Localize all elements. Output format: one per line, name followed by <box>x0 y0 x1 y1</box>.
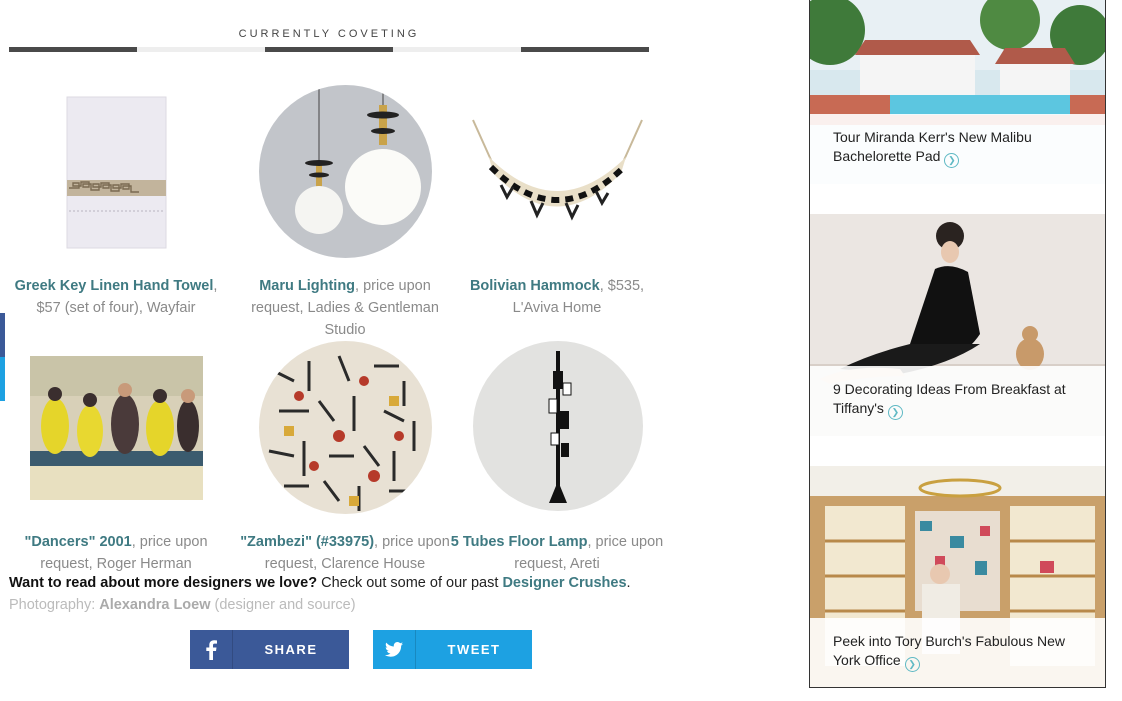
related-story-card[interactable]: Peek into Tory Burch's Fabulous New York… <box>810 466 1105 687</box>
tab-segment[interactable] <box>137 47 265 52</box>
read-more-text: Check out some of our past <box>317 575 503 591</box>
section-title: CURRENTLY COVETING <box>238 28 420 40</box>
side-twitter-strip[interactable] <box>0 357 5 401</box>
related-story-card[interactable]: 9 Decorating Ideas From Breakfast at Tif… <box>810 214 1105 436</box>
tab-segment[interactable] <box>393 47 521 52</box>
related-stories-sidebar: Tour Miranda Kerr's New Malibu Bachelore… <box>809 0 1106 688</box>
tab-segment[interactable] <box>265 47 393 52</box>
designer-crushes-link[interactable]: Designer Crushes <box>502 575 626 591</box>
photo-credit: Photography: Alexandra Loew (designer an… <box>9 597 356 613</box>
related-story-caption: Tour Miranda Kerr's New Malibu Bachelore… <box>810 114 1105 184</box>
related-story-title[interactable]: Peek into Tory Burch's Fabulous New York… <box>833 633 1065 668</box>
side-facebook-strip[interactable] <box>0 313 5 357</box>
product-link[interactable]: Bolivian Hammock <box>470 278 600 294</box>
product-floor-lamp: 5 Tubes Floor Lamp, price upon request, … <box>450 531 664 575</box>
product-towel: Greek Key Linen Hand Towel, $57 (set of … <box>9 275 223 319</box>
product-maru-lighting: Maru Lighting, price upon request, Ladie… <box>238 275 452 341</box>
arrow-right-circle-icon[interactable]: ❯ <box>887 405 903 420</box>
twitter-icon <box>373 630 416 669</box>
tab-bar <box>9 47 649 52</box>
facebook-icon <box>190 630 233 669</box>
product-link[interactable]: Maru Lighting <box>259 278 355 294</box>
product-link[interactable]: "Dancers" 2001 <box>24 534 131 550</box>
credit-name-link[interactable]: Alexandra Loew <box>99 597 210 613</box>
credit-prefix: Photography: <box>9 597 100 613</box>
read-more-lead: Want to read about more designers we lov… <box>9 575 318 591</box>
related-story-caption: 9 Decorating Ideas From Breakfast at Tif… <box>810 366 1105 436</box>
related-story-caption: Peek into Tory Burch's Fabulous New York… <box>810 618 1105 687</box>
tweet-label: TWEET <box>447 642 501 657</box>
credit-suffix: (designer and source) <box>210 597 356 613</box>
read-more-line: Want to read about more designers we lov… <box>9 575 631 591</box>
pendant-lights-image[interactable] <box>259 85 432 258</box>
floor-lamp-image[interactable] <box>473 341 643 511</box>
product-hammock: Bolivian Hammock, $535, L'Aviva Home <box>450 275 664 319</box>
hammock-image[interactable] <box>471 115 644 225</box>
tab-segment[interactable] <box>521 47 649 52</box>
arrow-right-circle-icon[interactable]: ❯ <box>904 657 920 672</box>
towel-image[interactable] <box>65 95 168 250</box>
product-zambezi: "Zambezi" (#33975), price upon request, … <box>238 531 452 575</box>
arrow-right-circle-icon[interactable]: ❯ <box>944 153 960 168</box>
twitter-tweet-button[interactable]: TWEET <box>373 630 532 669</box>
related-story-title[interactable]: Tour Miranda Kerr's New Malibu Bachelore… <box>833 129 1032 164</box>
product-dancers: "Dancers" 2001, price upon request, Roge… <box>9 531 223 575</box>
product-link[interactable]: Greek Key Linen Hand Towel <box>15 278 214 294</box>
facebook-share-button[interactable]: SHARE <box>190 630 349 669</box>
product-link[interactable]: 5 Tubes Floor Lamp <box>451 534 588 550</box>
dancers-painting-image[interactable] <box>30 356 203 500</box>
zambezi-fabric-image[interactable] <box>259 341 432 514</box>
related-story-title[interactable]: 9 Decorating Ideas From Breakfast at Tif… <box>833 381 1066 416</box>
product-link[interactable]: "Zambezi" (#33975) <box>240 534 374 550</box>
read-more-end: . <box>626 575 631 591</box>
share-label: SHARE <box>264 642 318 657</box>
tab-segment[interactable] <box>9 47 137 52</box>
related-story-card[interactable]: Tour Miranda Kerr's New Malibu Bachelore… <box>810 0 1105 184</box>
